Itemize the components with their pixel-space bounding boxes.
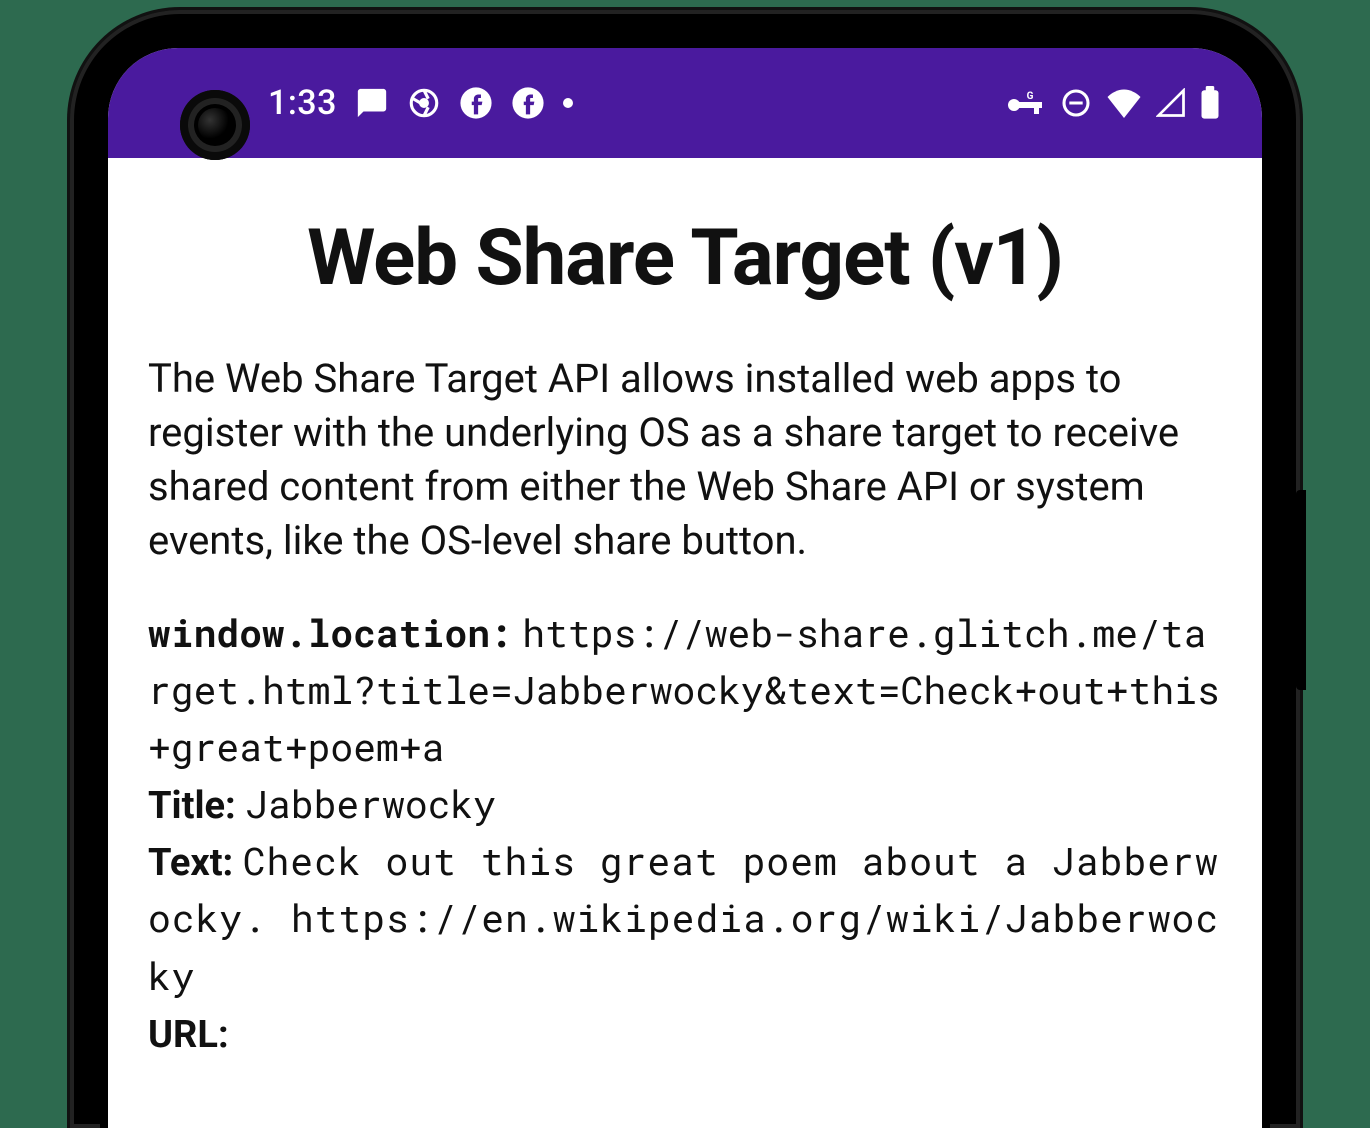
- text-label: Text:: [148, 841, 233, 885]
- vpn-key-icon: G: [1006, 89, 1046, 117]
- title-row: Title: Jabberwocky: [148, 777, 1222, 834]
- chrome-icon: [407, 86, 441, 120]
- more-notifications-dot: [563, 98, 573, 108]
- status-time: 1:33: [268, 83, 337, 123]
- status-bar: 1:33 G: [108, 48, 1262, 158]
- side-button: [1296, 490, 1306, 690]
- title-value: Jabberwocky: [245, 779, 496, 829]
- screen: 1:33 G: [108, 48, 1262, 1128]
- status-left: 1:33: [268, 83, 573, 123]
- page-title: Web Share Target (v1): [148, 213, 1222, 304]
- svg-text:G: G: [1027, 91, 1034, 102]
- location-label: window.location:: [148, 608, 513, 658]
- title-label: Title:: [148, 784, 236, 828]
- url-label: URL:: [148, 1013, 229, 1057]
- camera-hole: [180, 90, 250, 160]
- battery-icon: [1200, 86, 1220, 120]
- phone-inner: 1:33 G: [100, 40, 1270, 1128]
- text-row: Text: Check out this great poem about a …: [148, 834, 1222, 1005]
- wifi-icon: [1106, 88, 1142, 118]
- status-right: G: [1006, 86, 1220, 120]
- page-content: Web Share Target (v1) The Web Share Targ…: [108, 158, 1262, 1063]
- facebook-icon: [459, 86, 493, 120]
- text-value: Check out this great poem about a Jabber…: [148, 836, 1219, 1000]
- dnd-icon: [1060, 87, 1092, 119]
- facebook-icon-2: [511, 86, 545, 120]
- messages-icon: [355, 86, 389, 120]
- url-row: URL:: [148, 1006, 1222, 1063]
- phone-frame: 1:33 G: [70, 10, 1300, 1128]
- cell-signal-icon: [1156, 88, 1186, 118]
- page-description: The Web Share Target API allows installe…: [148, 352, 1222, 568]
- location-row: window.location: https://web-share.glitc…: [148, 606, 1222, 777]
